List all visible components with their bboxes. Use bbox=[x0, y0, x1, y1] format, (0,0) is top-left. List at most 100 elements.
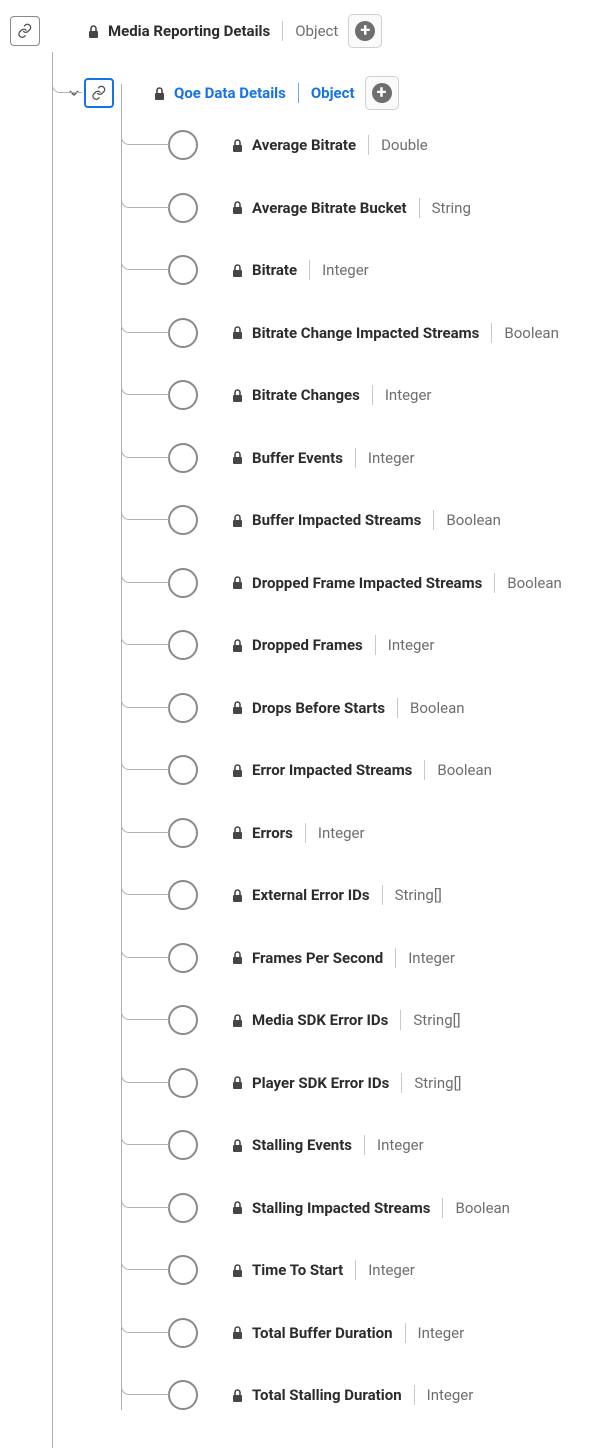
link-icon-box[interactable] bbox=[10, 16, 40, 46]
plus-icon: + bbox=[355, 21, 375, 41]
field-row[interactable]: Buffer Events Integer bbox=[10, 427, 593, 490]
lock-icon bbox=[228, 511, 246, 529]
separator bbox=[442, 1198, 443, 1218]
connector bbox=[121, 647, 169, 708]
field-node-circle[interactable] bbox=[168, 443, 198, 473]
field-row[interactable]: ErrorsInteger bbox=[10, 802, 593, 865]
field-type: Boolean bbox=[455, 1199, 510, 1217]
separator bbox=[298, 83, 299, 103]
field-row[interactable]: Stalling EventsInteger bbox=[10, 1114, 593, 1177]
connector bbox=[121, 959, 169, 1020]
separator bbox=[364, 1135, 365, 1155]
field-node-circle[interactable] bbox=[168, 130, 198, 160]
connector bbox=[121, 1147, 169, 1208]
separator bbox=[282, 21, 283, 41]
field-node-circle[interactable] bbox=[168, 630, 198, 660]
connector bbox=[121, 1334, 169, 1395]
field-row[interactable]: Frames Per SecondInteger bbox=[10, 927, 593, 990]
node-media-reporting-details[interactable]: Media Reporting Details Object + bbox=[10, 10, 593, 52]
field-row[interactable]: Dropped FramesInteger bbox=[10, 614, 593, 677]
lock-icon bbox=[228, 949, 246, 967]
field-row[interactable]: Buffer Impacted StreamsBoolean bbox=[10, 489, 593, 552]
add-button[interactable]: + bbox=[348, 14, 382, 48]
field-type: String bbox=[432, 199, 471, 217]
field-node-circle[interactable] bbox=[168, 318, 198, 348]
field-label: Drops Before Starts bbox=[252, 699, 385, 717]
field-label: Buffer Events bbox=[252, 449, 343, 467]
field-row[interactable]: External Error IDsString[] bbox=[10, 864, 593, 927]
field-row[interactable]: Error Impacted Streams Boolean bbox=[10, 739, 593, 802]
lock-icon bbox=[228, 1074, 246, 1092]
lock-icon bbox=[228, 886, 246, 904]
field-type: Boolean bbox=[410, 699, 465, 717]
lock-icon bbox=[84, 22, 102, 40]
field-row[interactable]: Player SDK Error IDsString[] bbox=[10, 1052, 593, 1115]
field-node-circle[interactable] bbox=[168, 568, 198, 598]
lock-icon bbox=[228, 449, 246, 467]
field-row[interactable]: Total Stalling DurationInteger bbox=[10, 1364, 593, 1427]
separator bbox=[397, 698, 398, 718]
field-label: Average Bitrate bbox=[252, 136, 356, 154]
field-label: External Error IDs bbox=[252, 886, 370, 904]
field-node-circle[interactable] bbox=[168, 1005, 198, 1035]
field-row[interactable]: Average BitrateDouble bbox=[10, 114, 593, 177]
field-row[interactable]: Dropped Frame Impacted Streams Boolean bbox=[10, 552, 593, 615]
field-label: Media SDK Error IDs bbox=[252, 1011, 388, 1029]
field-node-circle[interactable] bbox=[168, 880, 198, 910]
field-row[interactable]: Average Bitrate BucketString bbox=[10, 177, 593, 240]
plus-icon: + bbox=[372, 83, 392, 103]
field-type: Integer bbox=[368, 449, 415, 467]
separator bbox=[305, 823, 306, 843]
separator bbox=[419, 198, 420, 218]
field-node-circle[interactable] bbox=[168, 380, 198, 410]
field-label: Bitrate Changes bbox=[252, 386, 360, 404]
field-label: Total Buffer Duration bbox=[252, 1324, 393, 1342]
field-row[interactable]: Total Buffer DurationInteger bbox=[10, 1302, 593, 1365]
field-row[interactable]: Stalling Impacted StreamsBoolean bbox=[10, 1177, 593, 1240]
link-icon-box-active[interactable] bbox=[84, 78, 114, 108]
separator bbox=[395, 948, 396, 968]
field-row[interactable]: Media SDK Error IDs String[] bbox=[10, 989, 593, 1052]
field-node-circle[interactable] bbox=[168, 943, 198, 973]
connector bbox=[121, 147, 169, 208]
field-row[interactable]: Bitrate Change Impacted StreamsBoolean bbox=[10, 302, 593, 365]
field-node-circle[interactable] bbox=[168, 505, 198, 535]
separator bbox=[433, 510, 434, 530]
field-label: Frames Per Second bbox=[252, 949, 383, 967]
field-node-circle[interactable] bbox=[168, 1318, 198, 1348]
field-node-circle[interactable] bbox=[168, 1068, 198, 1098]
field-node-circle[interactable] bbox=[168, 193, 198, 223]
field-row[interactable]: Bitrate Integer bbox=[10, 239, 593, 302]
field-row[interactable]: Drops Before Starts Boolean bbox=[10, 677, 593, 740]
connector bbox=[121, 834, 169, 895]
connector bbox=[121, 709, 169, 770]
field-node-circle[interactable] bbox=[168, 755, 198, 785]
lock-icon bbox=[228, 136, 246, 154]
separator bbox=[309, 260, 310, 280]
field-type: Integer bbox=[322, 261, 369, 279]
connector bbox=[121, 459, 169, 520]
node-qoe-data-details[interactable]: Qoe Data Details Object + bbox=[10, 72, 593, 114]
field-node-circle[interactable] bbox=[168, 1380, 198, 1410]
separator bbox=[405, 1323, 406, 1343]
field-node-circle[interactable] bbox=[168, 1193, 198, 1223]
field-row[interactable]: Bitrate ChangesInteger bbox=[10, 364, 593, 427]
field-label: Dropped Frame Impacted Streams bbox=[252, 574, 482, 592]
separator bbox=[414, 1385, 415, 1405]
field-node-circle[interactable] bbox=[168, 818, 198, 848]
lock-icon bbox=[228, 1386, 246, 1404]
field-label: Bitrate bbox=[252, 261, 297, 279]
add-button[interactable]: + bbox=[365, 76, 399, 110]
field-node-circle[interactable] bbox=[168, 1255, 198, 1285]
field-label: Error Impacted Streams bbox=[252, 761, 412, 779]
lock-icon bbox=[228, 1136, 246, 1154]
field-node-circle[interactable] bbox=[168, 693, 198, 723]
separator bbox=[355, 448, 356, 468]
field-row[interactable]: Time To StartInteger bbox=[10, 1239, 593, 1302]
field-node-circle[interactable] bbox=[168, 1130, 198, 1160]
field-type: Boolean bbox=[507, 574, 562, 592]
field-node-circle[interactable] bbox=[168, 255, 198, 285]
field-type: String[] bbox=[413, 1011, 460, 1029]
field-type: Boolean bbox=[437, 761, 492, 779]
field-label: Buffer Impacted Streams bbox=[252, 511, 421, 529]
